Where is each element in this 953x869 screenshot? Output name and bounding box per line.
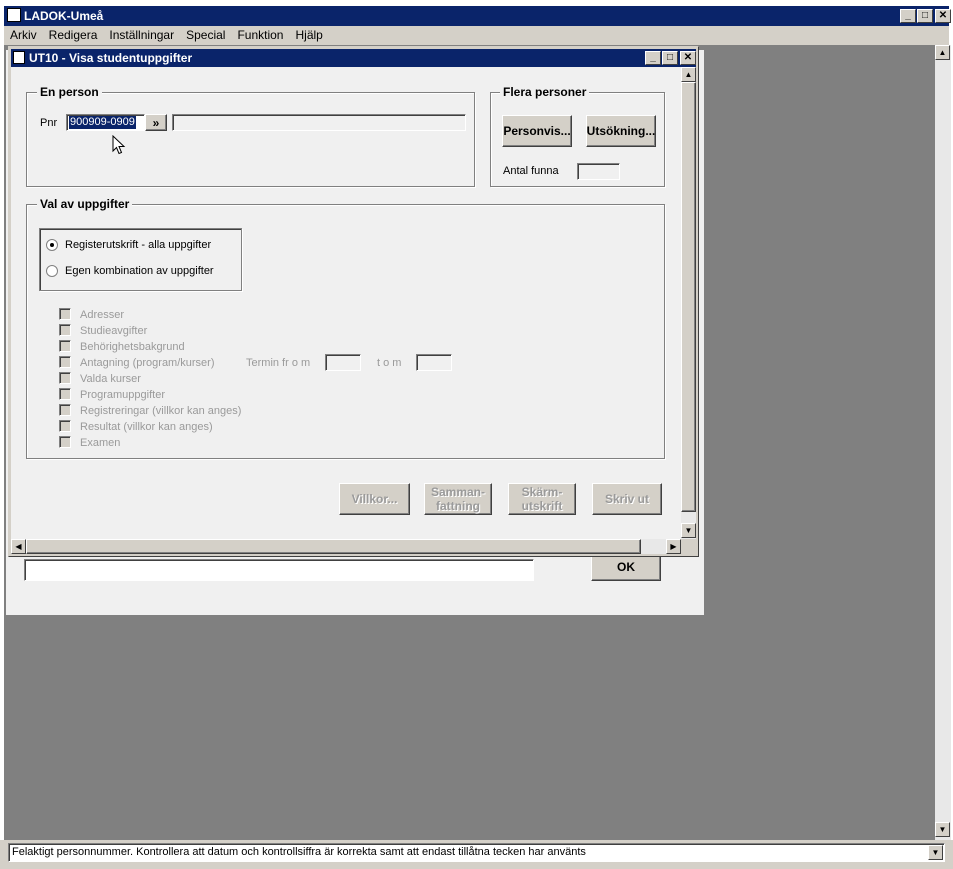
flera-personer-legend: Flera personer [500, 85, 590, 99]
scroll-up-arrow[interactable]: ▲ [935, 45, 950, 60]
checkbox-programuppgifter[interactable] [59, 388, 71, 400]
pnr-input[interactable]: 900909-0909 [66, 114, 145, 131]
child-scroll-down-arrow[interactable]: ▼ [681, 523, 696, 538]
checkbox-programuppgifter-label: Programuppgifter [80, 389, 165, 401]
menu-installningar[interactable]: Inställningar [103, 26, 180, 44]
checkbox-antagning-label: Antagning (program/kurser) [80, 357, 215, 369]
termin-from-field[interactable] [325, 354, 361, 371]
checkbox-registreringar[interactable] [59, 404, 71, 416]
villkor-button[interactable]: Villkor... [339, 483, 410, 515]
status-message-field[interactable]: Felaktigt personnummer. Kontrollera att … [8, 843, 945, 862]
checkbox-adresser[interactable] [59, 308, 71, 320]
mdi-scrollbar[interactable] [935, 45, 951, 840]
ok-label: OK [617, 560, 635, 574]
en-person-group [26, 92, 475, 187]
radio-egen-kombination[interactable] [46, 265, 58, 277]
menu-special[interactable]: Special [180, 26, 231, 44]
status-dropdown-button[interactable]: ▼ [928, 845, 943, 860]
checkbox-resultat-label: Resultat (villkor kan anges) [80, 421, 213, 433]
termin-tom-field[interactable] [416, 354, 452, 371]
pnr-value: 900909-0909 [69, 116, 136, 129]
close-button[interactable]: ✕ [935, 9, 951, 23]
checkbox-behorighetsbakgrund[interactable] [59, 340, 71, 352]
menu-hjalp[interactable]: Hjälp [289, 26, 328, 44]
checkbox-studieavgifter-label: Studieavgifter [80, 325, 148, 337]
child-vertical-thumb[interactable] [681, 82, 696, 512]
child-scroll-right-arrow[interactable]: ▶ [666, 539, 681, 554]
radio-registerutskrift-label[interactable]: Registerutskrift - alla uppgifter [65, 239, 211, 251]
menu-bar: Arkiv Redigera Inställningar Special Funktio… [4, 26, 949, 45]
app-titlebar: LADOK-Umeå _ □ ✕ [4, 6, 951, 26]
personvis-button[interactable]: Personvis... [502, 115, 572, 147]
menu-arkiv[interactable]: Arkiv [4, 26, 43, 44]
child-window-icon [13, 51, 25, 64]
child-horizontal-thumb[interactable] [26, 539, 641, 554]
child-window: UT10 - Visa studentuppgifter _ □ ✕ En pe… [8, 46, 699, 557]
radio-egen-kombination-label[interactable]: Egen kombination av uppgifter [65, 265, 214, 277]
go-label: » [152, 115, 160, 130]
child-close-button[interactable]: ✕ [680, 51, 696, 65]
checkbox-valda-kurser-label: Valda kurser [80, 373, 141, 385]
app-title: LADOK-Umeå [24, 9, 104, 23]
menu-redigera[interactable]: Redigera [43, 26, 104, 44]
child-maximize-button[interactable]: □ [662, 51, 678, 65]
child-scroll-up-arrow[interactable]: ▲ [681, 67, 696, 82]
checkbox-adresser-label: Adresser [80, 309, 125, 321]
antal-funna-field [577, 163, 620, 180]
termin-tom-label: t o m [377, 357, 402, 369]
child-scroll-left-arrow[interactable]: ◀ [11, 539, 26, 554]
size-grip-icon[interactable] [681, 539, 696, 554]
child-title: UT10 - Visa studentuppgifter [29, 51, 193, 65]
maximize-button[interactable]: □ [917, 9, 933, 23]
checkbox-examen-label: Examen [80, 437, 121, 449]
menu-funktion[interactable]: Funktion [231, 26, 289, 44]
antal-funna-label: Antal funna [503, 165, 559, 177]
mouse-cursor-icon [112, 135, 126, 155]
pnr-label: Pnr [40, 117, 58, 129]
scroll-down-arrow[interactable]: ▼ [935, 822, 950, 837]
background-text-field[interactable] [24, 559, 534, 581]
ok-button[interactable]: OK [591, 553, 661, 581]
checkbox-examen[interactable] [59, 436, 71, 448]
radio-box [39, 228, 242, 291]
checkbox-valda-kurser[interactable] [59, 372, 71, 384]
val-av-uppgifter-legend: Val av uppgifter [37, 197, 133, 211]
en-person-legend: En person [37, 85, 102, 99]
radio-registerutskrift[interactable] [46, 239, 58, 251]
child-minimize-button[interactable]: _ [645, 51, 661, 65]
skarmutskrift-button[interactable]: Skärm- utskrift [508, 483, 576, 515]
name-field [172, 114, 466, 131]
sammanfattning-button[interactable]: Samman- fattning [424, 483, 492, 515]
skriv-ut-button[interactable]: Skriv ut [592, 483, 662, 515]
utsokning-button[interactable]: Utsökning... [586, 115, 656, 147]
pnr-go-button[interactable]: » [145, 114, 167, 131]
status-message: Felaktigt personnummer. Kontrollera att … [12, 846, 586, 858]
checkbox-studieavgifter[interactable] [59, 324, 71, 336]
checkbox-behorighetsbakgrund-label: Behörighetsbakgrund [80, 341, 185, 353]
checkbox-antagning[interactable] [59, 356, 71, 368]
child-titlebar: UT10 - Visa studentuppgifter _ □ ✕ [11, 49, 696, 67]
checkbox-registreringar-label: Registreringar (villkor kan anges) [80, 405, 242, 417]
checkbox-resultat[interactable] [59, 420, 71, 432]
termin-from-label: Termin fr o m [246, 357, 311, 369]
app-icon [7, 8, 21, 22]
child-client: En person Pnr 900909-0909 » Flera person… [11, 67, 681, 541]
minimize-button[interactable]: _ [900, 9, 916, 23]
